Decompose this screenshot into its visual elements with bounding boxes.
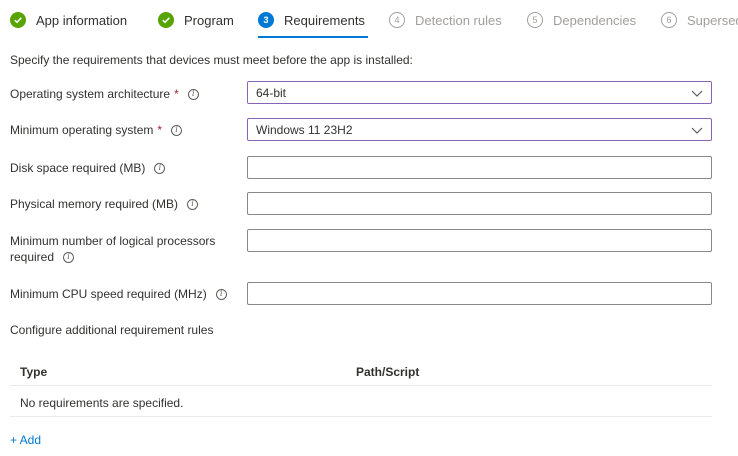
- min-os-label: Minimum operating system * i: [10, 122, 183, 138]
- info-icon[interactable]: i: [187, 88, 199, 100]
- logical-processors-input[interactable]: [247, 229, 712, 252]
- min-os-select[interactable]: Windows 11 23H2: [247, 118, 712, 141]
- column-header-type[interactable]: Type: [20, 365, 47, 379]
- label-text: Minimum number of logical processors: [10, 234, 216, 248]
- disk-space-label: Disk space required (MB) i: [10, 160, 166, 176]
- label-line-2: required i: [10, 249, 215, 265]
- selected-value: 64-bit: [256, 85, 287, 100]
- step-label: Requirements: [284, 12, 365, 28]
- chevron-down-icon: [691, 127, 703, 134]
- step-number-badge: 6: [661, 12, 677, 28]
- table-header: Type Path/Script: [10, 357, 712, 386]
- label-text: Physical memory required (MB): [10, 197, 179, 211]
- step-label: App information: [36, 12, 128, 28]
- current-step-indicator: [258, 36, 368, 38]
- cpu-speed-input[interactable]: [247, 282, 712, 305]
- checkmark-icon: [158, 12, 174, 28]
- add-rule-link[interactable]: + Add: [10, 433, 41, 447]
- step-number-badge: 4: [389, 12, 405, 28]
- table-row: No requirements are specified.: [10, 386, 712, 417]
- step-number-badge: 5: [527, 12, 543, 28]
- label-text: Minimum CPU speed required (MHz): [10, 287, 207, 301]
- cpu-speed-label: Minimum CPU speed required (MHz) i: [10, 286, 227, 302]
- os-architecture-label: Operating system architecture * i: [10, 86, 199, 102]
- additional-rules-title: Configure additional requirement rules: [10, 323, 214, 337]
- step-label: Program: [184, 12, 234, 28]
- step-dependencies[interactable]: 5 Dependencies: [527, 10, 636, 30]
- step-detection-rules[interactable]: 4 Detection rules: [389, 10, 502, 30]
- step-requirements[interactable]: 3 Requirements: [258, 10, 365, 30]
- info-icon[interactable]: i: [63, 251, 75, 263]
- wizard-steps: App information Program 3 Requirements 4…: [0, 0, 738, 40]
- step-label: Detection rules: [415, 12, 502, 28]
- step-label: Supersedence: [687, 12, 738, 28]
- label-text: required: [10, 250, 55, 264]
- physical-memory-label: Physical memory required (MB) i: [10, 196, 199, 212]
- os-architecture-select[interactable]: 64-bit: [247, 81, 712, 104]
- label-text: Disk space required (MB): [10, 161, 146, 175]
- step-number-badge: 3: [258, 12, 274, 28]
- logical-processors-label: Minimum number of logical processors req…: [10, 233, 215, 265]
- info-icon[interactable]: i: [215, 288, 227, 300]
- required-mark: *: [157, 123, 163, 137]
- required-mark: *: [174, 87, 179, 101]
- page-intro: Specify the requirements that devices mu…: [10, 53, 413, 67]
- physical-memory-input[interactable]: [247, 192, 712, 215]
- step-app-information[interactable]: App information: [10, 10, 127, 30]
- empty-table-message: No requirements are specified.: [20, 396, 184, 410]
- label-text: Operating system architecture: [10, 87, 171, 101]
- chevron-down-icon: [691, 90, 703, 97]
- disk-space-input[interactable]: [247, 156, 712, 179]
- step-program[interactable]: Program: [158, 10, 234, 30]
- info-icon[interactable]: i: [154, 162, 166, 174]
- requirement-rules-table: Type Path/Script No requirements are spe…: [10, 357, 712, 417]
- label-text: Minimum operating system: [10, 123, 154, 137]
- step-label: Dependencies: [553, 12, 637, 28]
- selected-value: Windows 11 23H2: [256, 122, 353, 137]
- column-header-path-script[interactable]: Path/Script: [356, 365, 419, 379]
- checkmark-icon: [10, 12, 26, 28]
- info-icon[interactable]: i: [171, 124, 183, 136]
- step-supersedence[interactable]: 6 Supersedence: [661, 10, 738, 30]
- info-icon[interactable]: i: [187, 198, 199, 210]
